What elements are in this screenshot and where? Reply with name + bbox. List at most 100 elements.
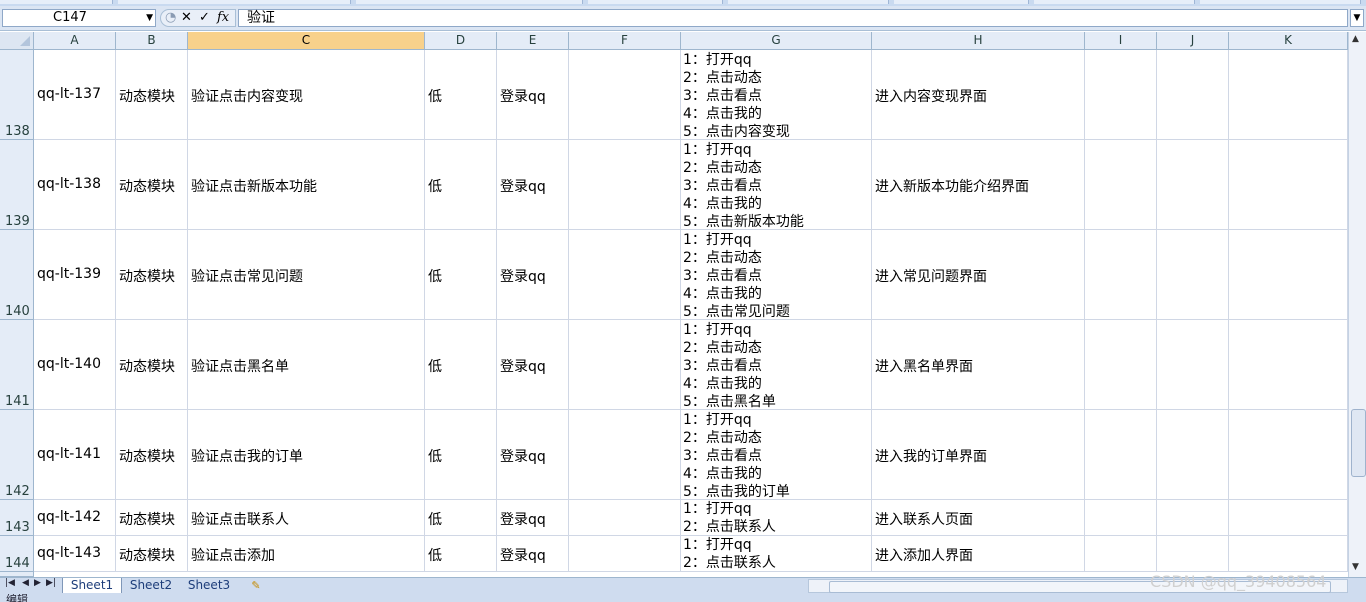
- cell-i[interactable]: [1085, 500, 1157, 536]
- cell-k[interactable]: [1229, 410, 1348, 500]
- cell-j[interactable]: [1157, 140, 1229, 230]
- name-box[interactable]: C147 ▼: [2, 9, 156, 27]
- expand-formula-icon[interactable]: ▼: [1350, 9, 1364, 27]
- cell-title[interactable]: 验证点击黑名单: [188, 320, 425, 410]
- cell-module[interactable]: 动态模块: [116, 230, 188, 320]
- cell-priority[interactable]: 低: [425, 320, 497, 410]
- cell-k[interactable]: [1229, 320, 1348, 410]
- cell-priority[interactable]: 低: [425, 536, 497, 572]
- cell-module[interactable]: 动态模块: [116, 410, 188, 500]
- last-sheet-icon[interactable]: ▶|: [46, 578, 56, 588]
- cell-j[interactable]: [1157, 500, 1229, 536]
- cell-module[interactable]: 动态模块: [116, 500, 188, 536]
- cell-j[interactable]: [1157, 410, 1229, 500]
- cell-id[interactable]: qq-lt-140: [34, 320, 116, 410]
- cell-f[interactable]: [569, 500, 681, 536]
- cell-id[interactable]: qq-lt-143: [34, 536, 116, 572]
- row-header[interactable]: 144: [0, 536, 34, 572]
- cell-steps[interactable]: 1：打开qq 2：点击动态 3：点击看点 4：点击我的 5：点击常见问题: [681, 230, 872, 320]
- cell-steps[interactable]: 1：打开qq 2：点击动态 3：点击看点 4：点击我的 5：点击我的订单: [681, 410, 872, 500]
- cell-priority[interactable]: 低: [425, 410, 497, 500]
- row-header[interactable]: 143: [0, 500, 34, 536]
- cell-steps[interactable]: 1：打开qq 2：点击联系人: [681, 536, 872, 572]
- row-header[interactable]: 141: [0, 320, 34, 410]
- cell-precondition[interactable]: 登录qq: [497, 140, 569, 230]
- cell-expected[interactable]: 进入内容变现界面: [872, 50, 1085, 140]
- cell-i[interactable]: [1085, 536, 1157, 572]
- vertical-scrollbar[interactable]: ▲ ▼: [1348, 32, 1366, 577]
- function-icon[interactable]: fx: [217, 10, 229, 26]
- column-header-g[interactable]: G: [681, 32, 872, 50]
- cell-f[interactable]: [569, 410, 681, 500]
- cell-precondition[interactable]: 登录qq: [497, 500, 569, 536]
- column-header-j[interactable]: J: [1157, 32, 1229, 50]
- cell-i[interactable]: [1085, 410, 1157, 500]
- cell-expected[interactable]: 进入新版本功能介绍界面: [872, 140, 1085, 230]
- cell-priority[interactable]: 低: [425, 500, 497, 536]
- cell-steps[interactable]: 1：打开qq 2：点击动态 3：点击看点 4：点击我的 5：点击黑名单: [681, 320, 872, 410]
- enter-check-icon[interactable]: ✓: [199, 10, 210, 26]
- cell-k[interactable]: [1229, 50, 1348, 140]
- cell-id[interactable]: qq-lt-138: [34, 140, 116, 230]
- cell-module[interactable]: 动态模块: [116, 140, 188, 230]
- row-header[interactable]: 139: [0, 140, 34, 230]
- cell-j[interactable]: [1157, 230, 1229, 320]
- insert-sheet-icon[interactable]: ✎: [244, 578, 268, 593]
- cell-i[interactable]: [1085, 140, 1157, 230]
- cell-k[interactable]: [1229, 140, 1348, 230]
- cell-id[interactable]: qq-lt-141: [34, 410, 116, 500]
- sheet-tab-sheet1[interactable]: Sheet1: [62, 578, 122, 593]
- cell-k[interactable]: [1229, 500, 1348, 536]
- cell-title[interactable]: 验证点击联系人: [188, 500, 425, 536]
- cell-expected[interactable]: 进入黑名单界面: [872, 320, 1085, 410]
- cell-title[interactable]: 验证点击内容变现: [188, 50, 425, 140]
- row-header[interactable]: 142: [0, 410, 34, 500]
- column-header-b[interactable]: B: [116, 32, 188, 50]
- cell-i[interactable]: [1085, 230, 1157, 320]
- cell-expected[interactable]: 进入联系人页面: [872, 500, 1085, 536]
- row-header[interactable]: 138: [0, 50, 34, 140]
- select-all-corner[interactable]: [0, 32, 34, 50]
- cell-title[interactable]: 验证点击常见问题: [188, 230, 425, 320]
- cell-title[interactable]: 验证点击我的订单: [188, 410, 425, 500]
- dropdown-arrow-icon[interactable]: ▼: [146, 10, 153, 26]
- cell-i[interactable]: [1085, 320, 1157, 410]
- cell-precondition[interactable]: 登录qq: [497, 410, 569, 500]
- cell-id[interactable]: qq-lt-137: [34, 50, 116, 140]
- cell-title[interactable]: 验证点击添加: [188, 536, 425, 572]
- vertical-scroll-thumb[interactable]: [1351, 409, 1366, 477]
- cell-id[interactable]: qq-lt-142: [34, 500, 116, 536]
- cell-title[interactable]: 验证点击新版本功能: [188, 140, 425, 230]
- cell-f[interactable]: [569, 536, 681, 572]
- cell-precondition[interactable]: 登录qq: [497, 50, 569, 140]
- first-sheet-icon[interactable]: |◀: [5, 578, 15, 588]
- cancel-icon[interactable]: ✕: [181, 10, 192, 26]
- cell-j[interactable]: [1157, 320, 1229, 410]
- column-header-h[interactable]: H: [872, 32, 1085, 50]
- column-header-e[interactable]: E: [497, 32, 569, 50]
- column-header-a[interactable]: A: [34, 32, 116, 50]
- cell-expected[interactable]: 进入添加人界面: [872, 536, 1085, 572]
- cell-steps[interactable]: 1：打开qq 2：点击动态 3：点击看点 4：点击我的 5：点击内容变现: [681, 50, 872, 140]
- cell-i[interactable]: [1085, 50, 1157, 140]
- cell-k[interactable]: [1229, 536, 1348, 572]
- cell-module[interactable]: 动态模块: [116, 536, 188, 572]
- cell-k[interactable]: [1229, 230, 1348, 320]
- cell-expected[interactable]: 进入我的订单界面: [872, 410, 1085, 500]
- column-header-i[interactable]: I: [1085, 32, 1157, 50]
- column-header-d[interactable]: D: [425, 32, 497, 50]
- cell-j[interactable]: [1157, 536, 1229, 572]
- column-header-c[interactable]: C: [188, 32, 425, 50]
- cell-precondition[interactable]: 登录qq: [497, 320, 569, 410]
- cell-priority[interactable]: 低: [425, 230, 497, 320]
- scroll-up-icon[interactable]: ▲: [1352, 34, 1359, 44]
- formula-input[interactable]: 验证: [238, 9, 1348, 27]
- cell-f[interactable]: [569, 140, 681, 230]
- row-header[interactable]: 140: [0, 230, 34, 320]
- column-header-f[interactable]: F: [569, 32, 681, 50]
- cell-f[interactable]: [569, 320, 681, 410]
- prev-sheet-icon[interactable]: ◀: [22, 578, 29, 588]
- cell-priority[interactable]: 低: [425, 140, 497, 230]
- sheet-tab-sheet2[interactable]: Sheet2: [124, 578, 178, 593]
- cell-expected[interactable]: 进入常见问题界面: [872, 230, 1085, 320]
